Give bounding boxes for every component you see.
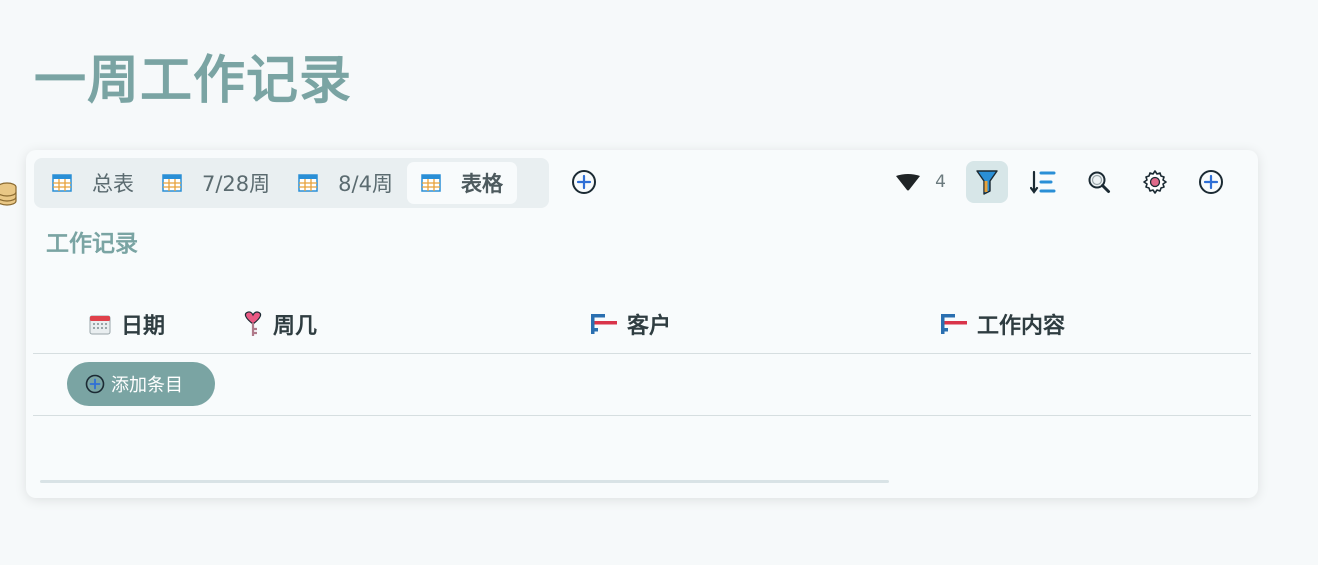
table-icon — [52, 174, 72, 192]
tab-view-0804[interactable]: 8/4周 — [284, 162, 407, 204]
column-header-work-content[interactable]: 工作内容 — [941, 296, 1065, 352]
tab-view-total[interactable]: 总表 — [38, 162, 148, 204]
record-count[interactable]: 4 — [895, 172, 946, 192]
column-label: 客户 — [627, 314, 672, 339]
table-header: 日期 周几 客户 工作内容 — [33, 296, 1251, 354]
tab-label: 总表 — [92, 172, 134, 196]
table-icon — [298, 174, 318, 192]
filter-icon — [976, 170, 998, 195]
settings-button[interactable] — [1134, 161, 1176, 203]
text-field-icon — [591, 314, 617, 334]
add-entry-label: 添加条目 — [111, 375, 183, 396]
column-header-date[interactable]: 日期 — [89, 296, 165, 352]
search-button[interactable] — [1078, 161, 1120, 203]
gear-icon — [1143, 170, 1167, 194]
filter-button[interactable] — [966, 161, 1008, 203]
column-header-weekday[interactable]: 周几 — [243, 296, 317, 352]
section-title: 工作记录 — [46, 231, 138, 257]
add-entry-row: 添加条目 — [33, 354, 1251, 416]
plus-circle-icon — [85, 374, 105, 394]
view-tabs: 总表 7/28周 8/4周 表格 — [34, 158, 549, 208]
search-icon — [1088, 171, 1110, 193]
triangle-down-icon — [896, 174, 921, 191]
key-icon — [244, 311, 262, 336]
table-icon — [162, 174, 182, 192]
view-toolbar: 4 — [895, 160, 1232, 204]
add-record-button[interactable] — [1190, 161, 1232, 203]
tab-view-table[interactable]: 表格 — [406, 162, 517, 204]
database-icon — [0, 182, 17, 206]
column-label: 工作内容 — [977, 314, 1066, 339]
sort-button[interactable] — [1022, 161, 1064, 203]
horizontal-scrollbar[interactable] — [40, 480, 889, 483]
tab-label: 7/28周 — [202, 172, 271, 196]
column-label: 日期 — [121, 314, 166, 339]
table-icon — [421, 174, 441, 192]
add-view-button[interactable] — [570, 168, 598, 196]
add-entry-button[interactable]: 添加条目 — [67, 362, 215, 406]
tab-view-0728[interactable]: 7/28周 — [148, 162, 284, 204]
record-count-value: 4 — [935, 172, 946, 192]
column-header-client[interactable]: 客户 — [591, 296, 671, 352]
sort-icon — [1030, 170, 1056, 194]
page-title: 一周工作记录 — [34, 51, 353, 111]
calendar-icon — [89, 315, 111, 335]
column-label: 周几 — [273, 314, 318, 339]
plus-circle-icon — [1199, 170, 1223, 194]
tab-label: 表格 — [460, 172, 503, 196]
database-view-card: 总表 7/28周 8/4周 表格 4 工作记录 日期 周几 客户 工作内容 添加… — [26, 150, 1258, 498]
text-field-icon — [941, 314, 967, 334]
tab-label: 8/4周 — [338, 172, 393, 196]
